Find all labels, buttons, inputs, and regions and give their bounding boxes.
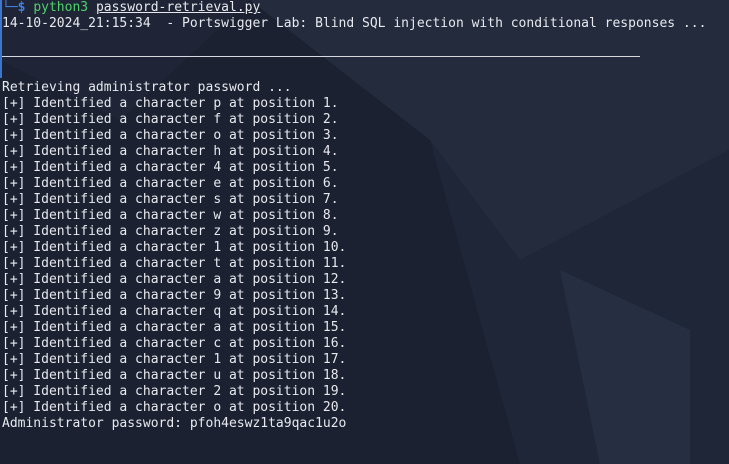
result-line: [+] Identified a character a at position…	[2, 320, 347, 335]
result-line: [+] Identified a character u at position…	[2, 368, 347, 383]
terminal-window[interactable]: └─$ python3 password-retrieval.py 14-10-…	[0, 0, 729, 464]
result-line: [+] Identified a character 1 at position…	[2, 352, 347, 367]
result-line: [+] Identified a character q at position…	[2, 304, 347, 319]
separator-rule	[2, 56, 640, 57]
result-line: [+] Identified a character o at position…	[2, 128, 339, 143]
result-line: [+] Identified a character 2 at position…	[2, 384, 347, 399]
result-line: [+] Identified a character z at position…	[2, 224, 339, 239]
result-line: [+] Identified a character c at position…	[2, 336, 347, 351]
prompt-line: └─$ python3 password-retrieval.py	[2, 0, 260, 16]
result-line: [+] Identified a character f at position…	[2, 112, 339, 127]
result-line: [+] Identified a character o at position…	[2, 400, 347, 415]
command-script: password-retrieval.py	[95, 0, 261, 15]
result-line: [+] Identified a character w at position…	[2, 208, 339, 223]
result-line: [+] Identified a character p at position…	[2, 96, 339, 111]
final-password-line: Administrator password: pfoh4eswz1ta9qac…	[2, 416, 347, 431]
result-line: [+] Identified a character a at position…	[2, 272, 347, 287]
banner-line: 14-10-2024_21:15:34 - Portswigger Lab: B…	[2, 16, 707, 31]
result-line: [+] Identified a character t at position…	[2, 256, 347, 271]
result-line: [+] Identified a character 4 at position…	[2, 160, 339, 175]
result-line: [+] Identified a character 1 at position…	[2, 240, 347, 255]
command-python: python3	[33, 0, 89, 15]
result-line: [+] Identified a character e at position…	[2, 176, 339, 191]
result-line: [+] Identified a character h at position…	[2, 144, 339, 159]
result-line: [+] Identified a character 9 at position…	[2, 288, 347, 303]
results-list: [+] Identified a character p at position…	[2, 96, 346, 416]
result-line: [+] Identified a character s at position…	[2, 192, 339, 207]
prompt-dollar: $	[17, 0, 26, 15]
prompt-tree-glyph: └─	[2, 0, 18, 15]
status-line: Retrieving administrator password ...	[2, 80, 292, 95]
